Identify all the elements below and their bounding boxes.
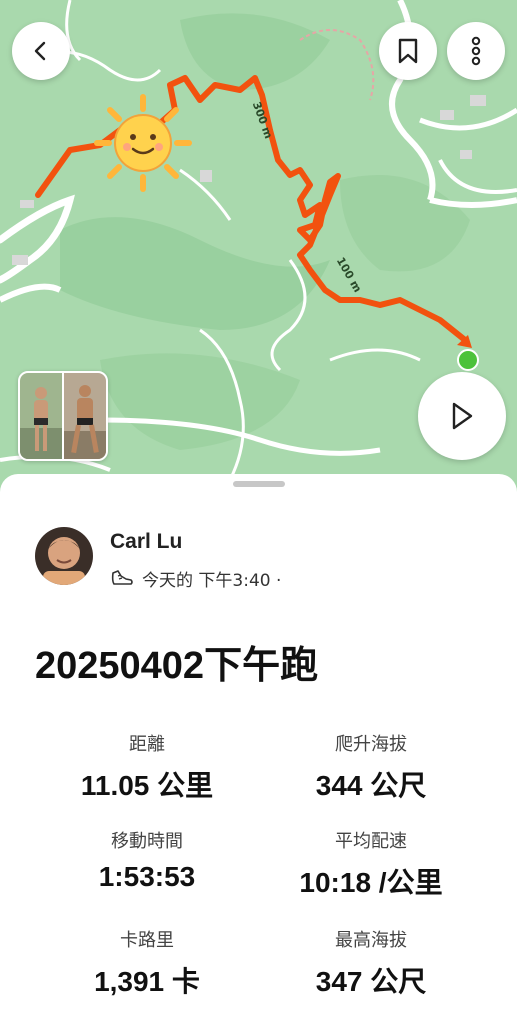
- back-button[interactable]: [12, 22, 70, 80]
- stat-value: 344 公尺: [315, 770, 427, 801]
- stat-value: 1,391 卡: [94, 966, 200, 997]
- stat-label: 移動時間: [111, 831, 183, 852]
- stat-label: 卡路里: [120, 930, 174, 951]
- activity-meta: 今天的 下午3:40 ·: [110, 566, 281, 591]
- play-flyover-button[interactable]: [418, 372, 506, 460]
- bookmark-button[interactable]: [379, 22, 437, 80]
- activity-details-sheet: Carl Lu 今天的 下午3:40 · 20250402下午跑 距離 11.0…: [0, 474, 517, 1024]
- photo-thumbnail-2[interactable]: [64, 373, 106, 459]
- stat-value: 347 公尺: [315, 966, 427, 997]
- stat-label: 距離: [129, 734, 165, 755]
- stat-calories: 卡路里 1,391 卡: [37, 926, 257, 1000]
- stat-max-elevation: 最高海拔 347 公尺: [261, 926, 481, 1000]
- sun-sticker-icon: [94, 94, 192, 192]
- stat-value: 10:18 /公里: [299, 867, 443, 898]
- stat-label: 爬升海拔: [335, 734, 407, 755]
- avatar[interactable]: [35, 527, 93, 585]
- photo-thumbnails[interactable]: [18, 371, 108, 461]
- activity-timestamp: 今天的 下午3:40 ·: [142, 571, 282, 591]
- more-options-button[interactable]: [447, 22, 505, 80]
- stat-distance: 距離 11.05 公里: [37, 730, 257, 804]
- stat-avg-pace: 平均配速 10:18 /公里: [261, 827, 481, 901]
- bookmark-icon: [398, 38, 418, 64]
- play-icon: [452, 402, 473, 430]
- stat-moving-time: 移動時間 1:53:53: [37, 827, 257, 893]
- stat-value: 1:53:53: [98, 861, 196, 892]
- stat-label: 最高海拔: [335, 930, 407, 951]
- stat-value: 11.05 公里: [80, 770, 214, 801]
- photo-thumbnail-1[interactable]: [20, 373, 62, 459]
- route-map[interactable]: 300 m 100 m: [0, 0, 517, 500]
- activity-title: 20250402下午跑: [35, 645, 319, 687]
- athlete-name[interactable]: Carl Lu: [110, 530, 182, 554]
- stat-elevation-gain: 爬升海拔 344 公尺: [261, 730, 481, 804]
- more-vertical-icon: [471, 36, 481, 66]
- stat-label: 平均配速: [335, 831, 407, 852]
- running-shoe-icon: [111, 569, 133, 585]
- drag-handle[interactable]: [233, 481, 285, 487]
- chevron-left-icon: [34, 41, 46, 61]
